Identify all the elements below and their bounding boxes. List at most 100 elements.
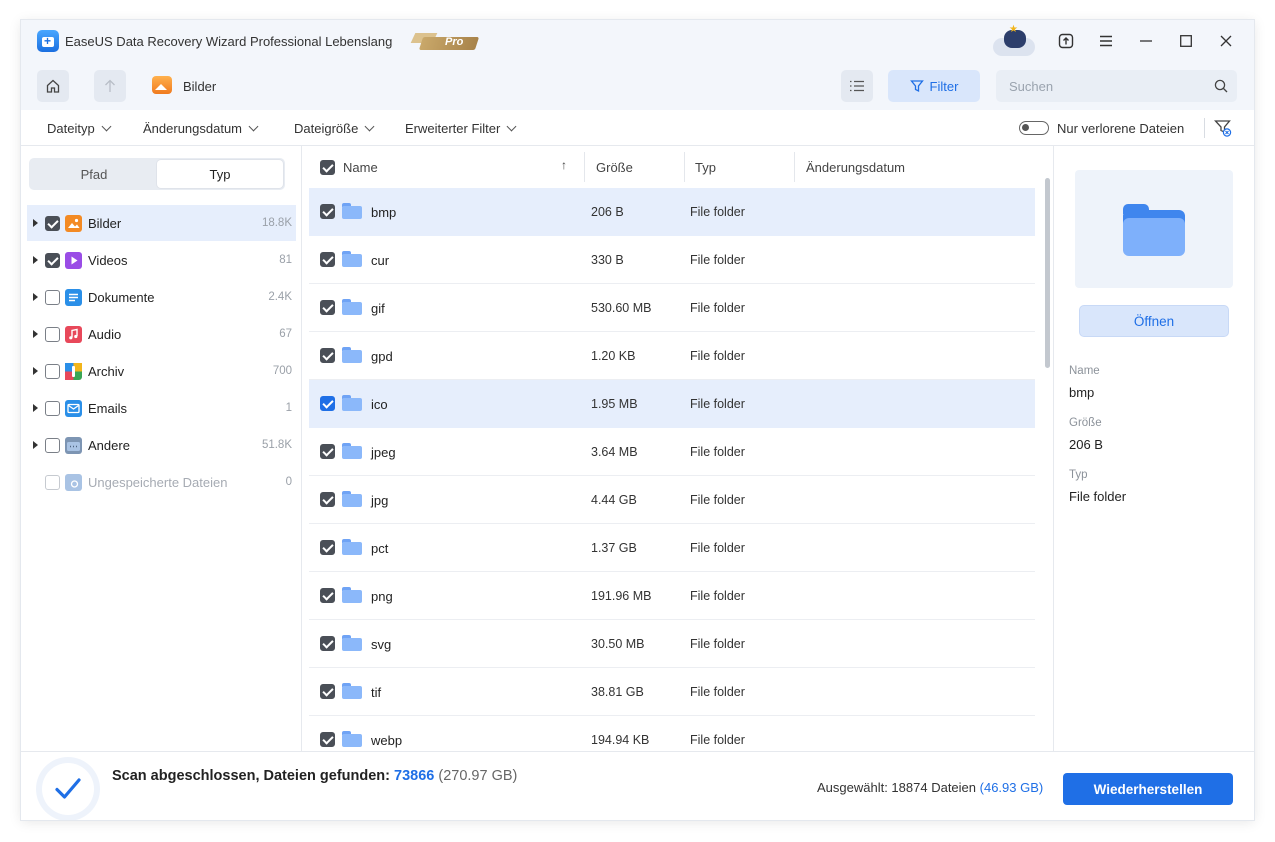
table-row[interactable]: bmp 206 B File folder [309,188,1035,236]
expand-arrow-icon[interactable] [33,219,38,227]
pro-badge: Pro [410,33,480,51]
images-folder-icon [152,76,172,94]
breadcrumb[interactable]: Bilder [183,79,216,94]
minimize-button[interactable] [1135,30,1157,52]
filetype-dropdown[interactable]: Dateityp [47,121,112,136]
home-button[interactable] [37,70,69,102]
modified-date-dropdown[interactable]: Änderungsdatum [143,121,259,136]
row-checkbox[interactable] [320,492,335,507]
recover-button[interactable]: Wiederherstellen [1063,773,1233,805]
file-name: ico [371,397,388,412]
file-list: Name ↑ Größe Typ Änderungsdatum bmp 206 … [303,146,1053,751]
search-input[interactable] [996,70,1237,102]
file-name: gpd [371,349,393,364]
file-type: File folder [690,685,745,699]
checkbox[interactable] [45,252,60,268]
row-checkbox[interactable] [320,252,335,267]
column-divider[interactable] [684,152,685,182]
row-checkbox[interactable] [320,636,335,651]
table-row[interactable]: jpeg 3.64 MB File folder [309,428,1035,476]
tab-path[interactable]: Pfad [31,160,157,188]
maximize-button[interactable] [1175,30,1197,52]
file-size: 1.20 KB [591,349,636,363]
table-row[interactable]: tif 38.81 GB File folder [309,668,1035,716]
row-checkbox[interactable] [320,588,335,603]
column-divider[interactable] [794,152,795,182]
file-type: File folder [690,301,745,315]
column-header-name[interactable]: Name [343,160,378,175]
lost-files-only-label: Nur verlorene Dateien [1057,121,1185,136]
selected-size: (46.93 GB) [979,780,1044,795]
lost-files-only-toggle[interactable] [1019,121,1049,135]
row-checkbox[interactable] [320,348,335,363]
table-row[interactable]: gpd 1.20 KB File folder [309,332,1035,380]
expand-arrow-icon[interactable] [33,441,38,449]
view-mode-button[interactable] [841,70,873,102]
expand-arrow-icon[interactable] [33,367,38,375]
row-checkbox[interactable] [320,540,335,555]
search-icon[interactable] [1214,79,1228,93]
upload-export-button[interactable] [1055,30,1077,52]
audio-icon [65,325,82,343]
checkbox[interactable] [45,363,60,379]
table-row[interactable]: pct 1.37 GB File folder [309,524,1035,572]
advanced-filter-dropdown[interactable]: Erweiterter Filter [405,121,517,136]
preview-panel: Öffnen Name bmp Größe 206 B Typ File fol… [1053,146,1254,751]
column-header-size[interactable]: Größe [596,160,633,175]
checkbox[interactable] [45,215,60,231]
row-checkbox[interactable] [320,732,335,747]
column-divider[interactable] [584,152,585,182]
sidebar-item-emails[interactable]: Emails 1 [27,390,296,426]
row-checkbox[interactable] [320,684,335,699]
column-header-modified[interactable]: Änderungsdatum [806,160,905,175]
filesize-dropdown[interactable]: Dateigröße [294,121,375,136]
expand-arrow-icon[interactable] [33,330,38,338]
expand-arrow-icon[interactable] [33,256,38,264]
expand-arrow-icon[interactable] [33,293,38,301]
table-row[interactable]: jpg 4.44 GB File folder [309,476,1035,524]
table-row[interactable]: png 191.96 MB File folder [309,572,1035,620]
row-checkbox[interactable] [320,300,335,315]
checkbox[interactable] [45,289,60,305]
sidebar-item-unsaved-files[interactable]: Ungespeicherte Dateien 0 [27,464,296,500]
checkbox[interactable] [45,326,60,342]
category-sidebar: Pfad Typ Bilder 18.8K Videos 81 Dokument… [21,146,302,751]
item-count: 67 [279,328,292,340]
sidebar-item-label: Emails [88,400,128,416]
expand-arrow-icon[interactable] [33,404,38,412]
up-level-button[interactable] [94,70,126,102]
list-scrollbar[interactable] [1045,178,1050,368]
close-button[interactable] [1215,30,1237,52]
menu-button[interactable] [1095,30,1117,52]
home-icon [46,79,60,93]
sidebar-item-bilder[interactable]: Bilder 18.8K [27,205,296,241]
clear-filter-icon[interactable] [1214,118,1232,138]
tab-type[interactable]: Typ [157,160,283,188]
file-type: File folder [690,445,745,459]
row-checkbox[interactable] [320,396,335,411]
table-row[interactable]: gif 530.60 MB File folder [309,284,1035,332]
item-count: 0 [285,476,292,488]
table-row[interactable]: svg 30.50 MB File folder [309,620,1035,668]
folder-icon [342,251,362,267]
sidebar-item-archiv[interactable]: Archiv 700 [27,353,296,389]
select-all-checkbox[interactable] [320,160,335,175]
mascot-icon[interactable]: ★ [991,24,1037,58]
sidebar-item-dokumente[interactable]: Dokumente 2.4K [27,279,296,315]
row-checkbox[interactable] [320,204,335,219]
checkbox[interactable] [45,474,60,490]
row-checkbox[interactable] [320,444,335,459]
checkbox[interactable] [45,437,60,453]
table-row[interactable]: ico 1.95 MB File folder [309,380,1035,428]
sidebar-item-andere[interactable]: Andere 51.8K [27,427,296,463]
sidebar-item-videos[interactable]: Videos 81 [27,242,296,278]
checkbox[interactable] [45,400,60,416]
sidebar-item-audio[interactable]: Audio 67 [27,316,296,352]
column-header-type[interactable]: Typ [695,160,716,175]
sort-ascending-icon[interactable]: ↑ [561,158,567,172]
table-row[interactable]: cur 330 B File folder [309,236,1035,284]
table-row[interactable]: webp 194.94 KB File folder [309,716,1035,751]
open-button[interactable]: Öffnen [1079,305,1229,337]
folder-icon [342,539,362,555]
filter-button[interactable]: Filter [888,70,980,102]
